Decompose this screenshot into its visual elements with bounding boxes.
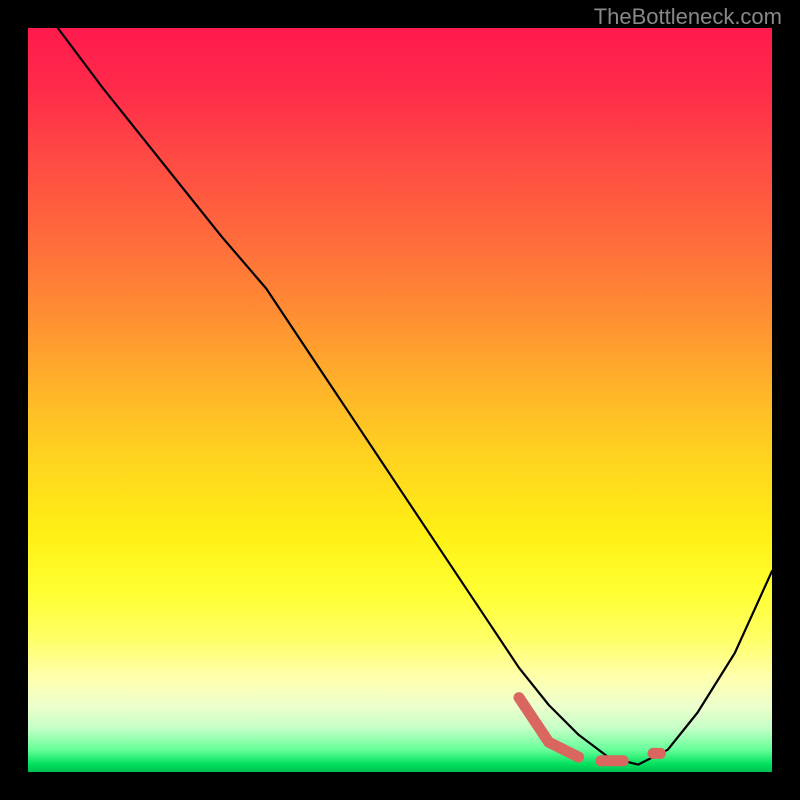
chart-svg bbox=[28, 28, 772, 772]
highlight-marker-group bbox=[519, 698, 660, 761]
watermark-text: TheBottleneck.com bbox=[594, 4, 782, 30]
main-curve-line bbox=[58, 28, 772, 765]
plot-area bbox=[28, 28, 772, 772]
